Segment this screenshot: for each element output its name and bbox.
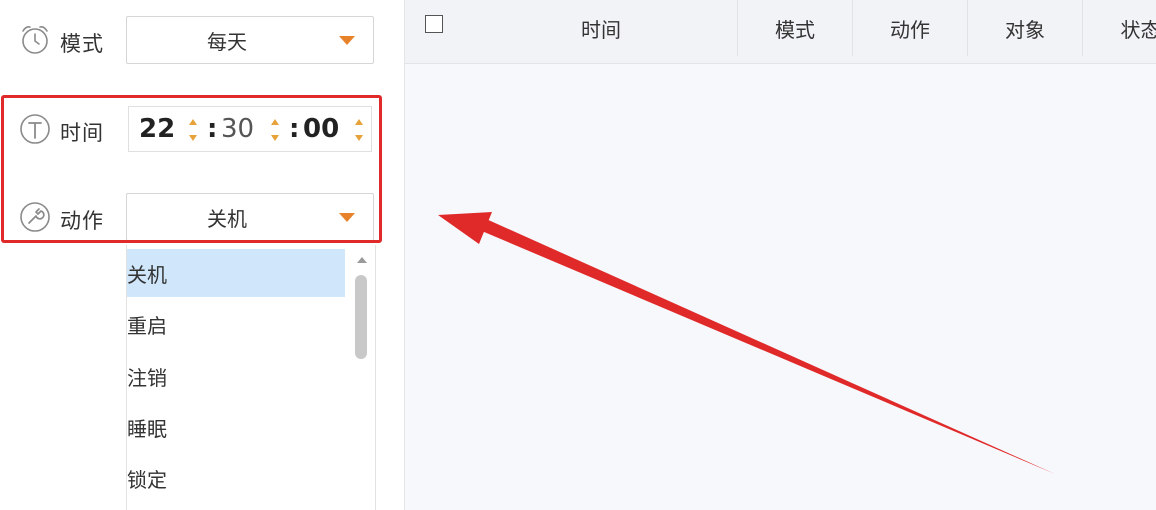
- action-dropdown-list[interactable]: 关机 重启 注销 睡眠 锁定: [126, 245, 376, 510]
- time-separator: :: [289, 114, 300, 144]
- time-separator: :: [207, 114, 218, 144]
- column-header-status[interactable]: 状态: [1083, 0, 1156, 56]
- mode-label: 模式: [60, 32, 104, 56]
- column-header-target[interactable]: 对象: [968, 0, 1083, 56]
- minute-spinner[interactable]: [269, 118, 281, 142]
- dropdown-option-sleep[interactable]: 睡眠: [127, 403, 345, 451]
- time-icon: [20, 114, 50, 144]
- table-header: 时间 模式 动作 对象 状态: [405, 0, 1156, 64]
- scroll-thumb[interactable]: [355, 275, 367, 359]
- second-spinner[interactable]: [353, 118, 365, 142]
- chevron-down-icon[interactable]: [339, 36, 355, 45]
- dropdown-option-lock[interactable]: 锁定: [127, 454, 345, 502]
- dropdown-scrollbar[interactable]: [351, 245, 373, 510]
- time-picker[interactable]: 22 : 30 : 00: [128, 106, 372, 152]
- hour-spinner[interactable]: [187, 118, 199, 142]
- column-header-time[interactable]: 时间: [465, 0, 738, 56]
- column-header-mode[interactable]: 模式: [738, 0, 853, 56]
- action-select-value: 关机: [207, 206, 247, 231]
- dropdown-option-restart[interactable]: 重启: [127, 300, 345, 348]
- hour-value[interactable]: 22: [139, 107, 175, 151]
- time-label: 时间: [60, 121, 104, 145]
- select-all-checkbox[interactable]: [425, 15, 443, 33]
- column-header-action[interactable]: 动作: [853, 0, 968, 56]
- mode-select-value: 每天: [207, 29, 247, 54]
- dropdown-option-shutdown[interactable]: 关机: [127, 249, 345, 297]
- chevron-down-icon[interactable]: [339, 213, 355, 222]
- action-select[interactable]: 关机: [126, 193, 374, 241]
- action-label: 动作: [60, 209, 104, 233]
- wrench-icon: [20, 202, 50, 232]
- second-value[interactable]: 00: [303, 107, 339, 151]
- task-form-panel: 模式 每天 时间 22 : 30 : 00 动作 关机 关机 重启 注销 睡眠 …: [0, 0, 405, 510]
- dropdown-option-logoff[interactable]: 注销: [127, 352, 345, 400]
- mode-select[interactable]: 每天: [126, 16, 374, 64]
- alarm-clock-icon: [22, 26, 48, 54]
- minute-value[interactable]: 30: [221, 107, 254, 151]
- task-table: 时间 模式 动作 对象 状态: [405, 0, 1156, 510]
- scroll-up-icon[interactable]: [357, 257, 367, 263]
